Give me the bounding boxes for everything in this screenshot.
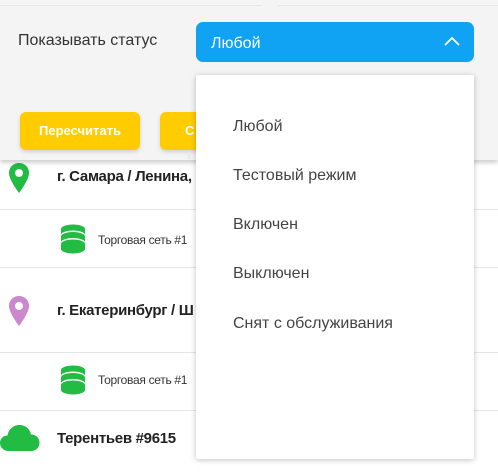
tiny-label: з [187,152,191,161]
device-title: Терентьев #9615 [57,430,176,447]
status-filter-label: Показывать статус [18,32,158,49]
tab-left[interactable] [0,0,262,6]
dropdown-option-disabled[interactable]: Выключен [233,265,309,283]
top-tabs [0,0,498,8]
dropdown-option-decommissioned[interactable]: Снят с обслуживания [233,315,393,333]
network-label: Торговая сеть #1 [98,373,188,387]
network-label: Торговая сеть #1 [98,233,188,247]
status-select[interactable]: Любой [196,22,474,62]
recalculate-button[interactable]: Пересчитать [20,112,140,150]
database-icon [61,224,85,254]
dropdown-option-any[interactable]: Любой [233,118,283,136]
chevron-up-icon [444,36,460,46]
database-icon [61,365,85,395]
cloud-icon [0,425,40,451]
location-title: г. Самара / Ленина, [57,168,192,185]
dropdown-option-test-mode[interactable]: Тестовый режим [233,167,356,185]
status-select-value: Любой [211,35,261,52]
tab-right[interactable] [278,0,498,6]
status-dropdown-menu: Любой Тестовый режим Включен Выключен Сн… [196,75,474,459]
map-pin-icon [9,296,29,326]
location-title: г. Екатеринбург / Ш [57,302,194,319]
map-pin-icon [9,163,29,193]
dropdown-option-enabled[interactable]: Включен [233,216,298,234]
